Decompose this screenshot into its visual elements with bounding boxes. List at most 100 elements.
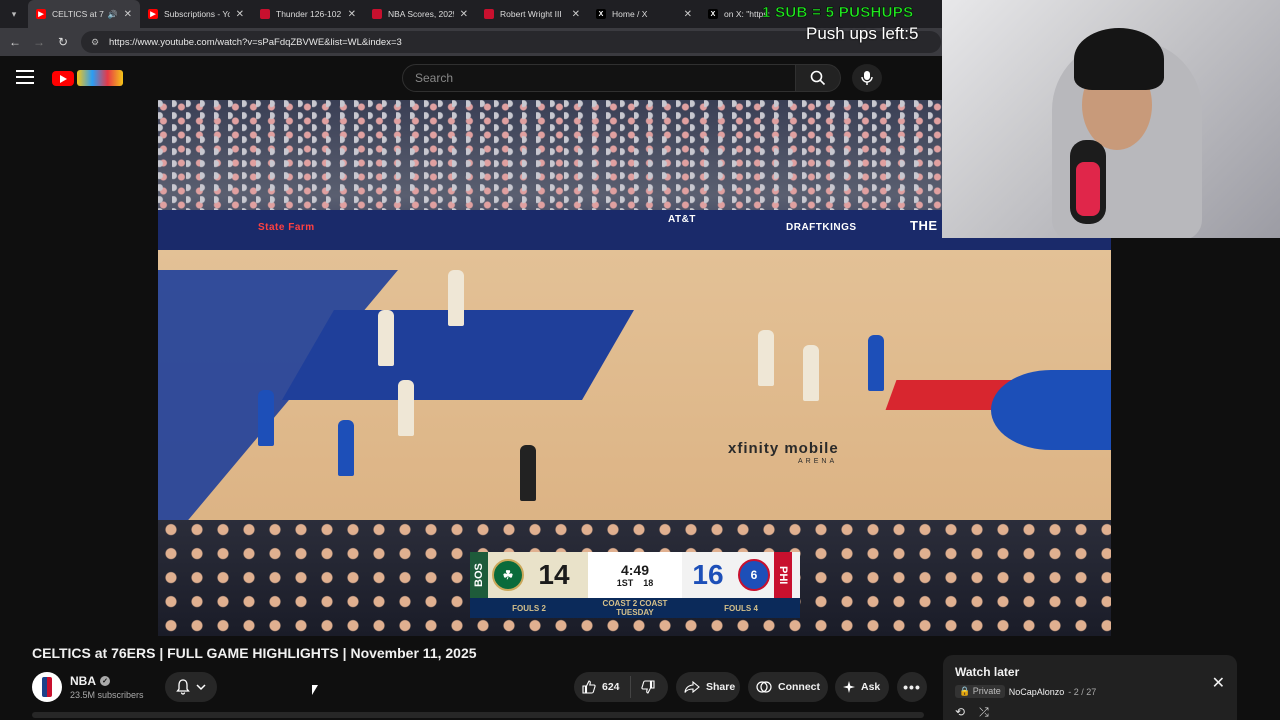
celtics-logo-icon: ☘ bbox=[492, 559, 524, 591]
tab-home-x[interactable]: X Home / X ✕ bbox=[588, 0, 700, 28]
game-clock-panel: 4:49 1ST 18 bbox=[588, 552, 682, 598]
quarter: 1ST bbox=[616, 578, 634, 588]
home-fouls: FOULS 2 bbox=[512, 603, 546, 613]
ad-draftkings: DRAFTKINGS bbox=[786, 222, 857, 233]
search-icon bbox=[810, 70, 826, 86]
url-text: https://www.youtube.com/watch?v=sPaFdqZB… bbox=[109, 36, 402, 48]
away-score: 16 bbox=[692, 559, 724, 590]
tab-close-icon[interactable]: ✕ bbox=[124, 9, 132, 20]
share-button[interactable]: Share bbox=[676, 672, 740, 702]
tab-robert-wright[interactable]: Robert Wright III ✕ bbox=[476, 0, 588, 28]
tab-close-icon[interactable]: ✕ bbox=[236, 9, 244, 20]
ask-button[interactable]: Ask bbox=[835, 672, 889, 702]
share-label: Share bbox=[706, 681, 736, 693]
tab-title: Home / X bbox=[612, 9, 648, 19]
shuffle-icon[interactable]: ⤮ bbox=[979, 705, 989, 720]
arena-subtitle: ARENA bbox=[798, 458, 838, 465]
youtube-header bbox=[0, 56, 942, 100]
sparkle-icon bbox=[843, 681, 855, 693]
away-team-panel: 16 6 PHI bbox=[682, 552, 800, 598]
ad-att: AT&T bbox=[668, 214, 696, 225]
video-title: CELTICS at 76ERS | FULL GAME HIGHLIGHTS … bbox=[32, 645, 477, 661]
tab-search-icon[interactable]: ▾ bbox=[0, 0, 28, 28]
youtube-logo[interactable] bbox=[52, 69, 124, 87]
channel-name[interactable]: NBA bbox=[70, 674, 96, 688]
home-team-panel: BOS ☘ 14 bbox=[470, 552, 588, 598]
nba-favicon-icon bbox=[484, 9, 494, 19]
mouse-cursor-icon bbox=[312, 685, 318, 695]
verified-check-icon: ✓ bbox=[100, 676, 110, 686]
tab-title: Subscriptions - Yo bbox=[164, 9, 230, 19]
tab-nba-scores[interactable]: NBA Scores, 2025 ✕ bbox=[364, 0, 476, 28]
playlist-privacy: 🔒 Private bbox=[955, 685, 1005, 698]
youtube-doodle bbox=[77, 70, 123, 86]
streamer-beanie bbox=[1074, 28, 1164, 90]
subscribed-notifications-button[interactable] bbox=[165, 672, 217, 702]
streamer-microphone bbox=[1070, 140, 1106, 224]
thumbs-down-icon bbox=[640, 680, 655, 694]
playlist-title[interactable]: Watch later bbox=[955, 665, 1225, 679]
player bbox=[448, 270, 464, 326]
player bbox=[378, 310, 394, 366]
subscriber-count: 23.5M subscribers bbox=[70, 690, 144, 700]
chevron-down-icon bbox=[196, 684, 206, 691]
player bbox=[803, 345, 819, 401]
ask-label: Ask bbox=[861, 681, 881, 693]
back-arrow-icon[interactable]: ← bbox=[3, 30, 27, 54]
pushup-banner: 1 SUB = 5 PUSHUPS bbox=[762, 4, 914, 22]
menu-icon[interactable] bbox=[16, 70, 34, 84]
bell-icon bbox=[176, 679, 190, 695]
basketball-court: xfinity mobile ARENA bbox=[158, 250, 1111, 570]
youtube-favicon-icon: ▶ bbox=[36, 9, 46, 19]
share-icon bbox=[684, 681, 700, 693]
channel-avatar[interactable] bbox=[32, 672, 62, 702]
player bbox=[868, 335, 884, 391]
close-icon[interactable]: ✕ bbox=[1212, 673, 1225, 693]
sixers-court-logo-blue bbox=[991, 370, 1111, 450]
speaker-icon[interactable]: 🔊 bbox=[108, 10, 118, 19]
site-info-icon[interactable]: ⚙ bbox=[91, 37, 101, 47]
player bbox=[758, 330, 774, 386]
x-favicon-icon: X bbox=[596, 9, 606, 19]
tab-title: NBA Scores, 2025 bbox=[388, 9, 454, 19]
tab-close-icon[interactable]: ✕ bbox=[684, 9, 692, 20]
playlist-panel: Watch later 🔒 Private NoCapAlonzo - 2 / … bbox=[943, 655, 1237, 720]
dislike-button[interactable] bbox=[631, 680, 665, 694]
sixers-logo-icon: 6 bbox=[738, 559, 770, 591]
connect-button[interactable]: Connect bbox=[748, 672, 828, 702]
more-horizontal-icon: ••• bbox=[903, 679, 921, 695]
shot-clock: 18 bbox=[643, 578, 654, 588]
like-dislike-group: 624 bbox=[574, 672, 668, 702]
tab-title: CELTICS at 76 bbox=[52, 9, 104, 19]
referee bbox=[520, 445, 536, 501]
tab-close-icon[interactable]: ✕ bbox=[460, 9, 468, 20]
reload-icon[interactable]: ↻ bbox=[51, 30, 75, 54]
tab-close-icon[interactable]: ✕ bbox=[572, 9, 580, 20]
webcam-overlay bbox=[942, 0, 1280, 238]
tab-close-icon[interactable]: ✕ bbox=[348, 9, 356, 20]
like-button[interactable]: 624 bbox=[574, 676, 631, 698]
ad-state-farm: State Farm bbox=[258, 222, 315, 233]
pushups-left-counter: Push ups left:5 bbox=[806, 24, 919, 43]
home-team-abbr: BOS bbox=[470, 552, 488, 598]
forward-arrow-icon[interactable]: → bbox=[27, 30, 51, 54]
playlist-privacy-label: Private bbox=[972, 686, 1001, 696]
tab-thunder[interactable]: Thunder 126-102 ✕ bbox=[252, 0, 364, 28]
voice-search-button[interactable] bbox=[852, 64, 882, 92]
tab-title: Thunder 126-102 bbox=[276, 9, 342, 19]
connect-label: Connect bbox=[778, 681, 820, 693]
loop-icon[interactable]: ⟲ bbox=[955, 705, 965, 720]
game-clock: 4:49 bbox=[620, 562, 650, 578]
search-button[interactable] bbox=[795, 64, 841, 92]
tab-subscriptions[interactable]: ▶ Subscriptions - Yo ✕ bbox=[140, 0, 252, 28]
nba-favicon-icon bbox=[372, 9, 382, 19]
like-count: 624 bbox=[602, 681, 620, 693]
nba-favicon-icon bbox=[260, 9, 270, 19]
thumbs-up-icon bbox=[582, 680, 596, 694]
connect-icon bbox=[756, 681, 772, 693]
search-input[interactable] bbox=[415, 71, 795, 85]
tab-celtics[interactable]: ▶ CELTICS at 76 🔊 ✕ bbox=[28, 0, 140, 28]
more-actions-button[interactable]: ••• bbox=[897, 672, 927, 702]
playlist-owner[interactable]: NoCapAlonzo bbox=[1009, 687, 1065, 697]
microphone-icon bbox=[861, 71, 873, 85]
